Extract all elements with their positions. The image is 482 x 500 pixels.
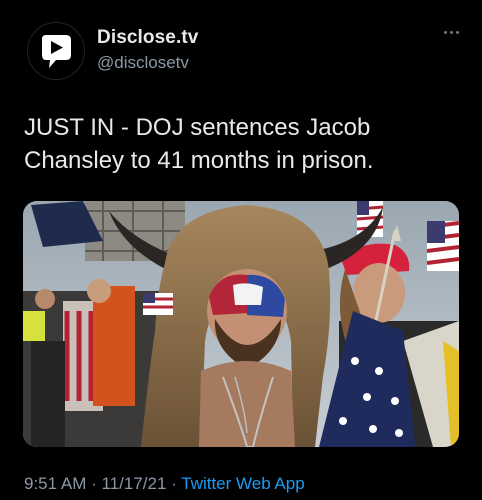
more-dot [449,30,453,34]
account-handle[interactable]: @disclosetv [97,53,189,73]
account-avatar[interactable] [27,22,85,80]
tweet-text: JUST IN - DOJ sentences Jacob Chansley t… [24,111,454,177]
meta-separator: · [166,474,182,493]
more-horizontal-icon [443,30,447,34]
tweet-header: Disclose.tv @disclosetv [0,0,482,100]
tweet-photo[interactable] [23,201,459,447]
photo-illustration [23,201,459,447]
disclose-tv-logo-icon [42,35,71,68]
tweet-text-line: JUST IN - DOJ sentences Jacob [24,114,371,141]
tweet-date[interactable]: 11/17/21 [101,474,166,493]
tweet-time[interactable]: 9:51 AM [24,474,86,493]
account-display-name[interactable]: Disclose.tv [97,27,198,49]
tweet-source-link[interactable]: Twitter Web App [181,474,304,493]
tweet-metadata: 9:51 AM · 11/17/21 · Twitter Web App [24,474,305,494]
tweet-text-line: Chansley to 41 months in prison. [24,147,374,174]
more-options-button[interactable] [438,22,464,42]
meta-separator: · [86,474,102,493]
more-dot [455,30,459,34]
